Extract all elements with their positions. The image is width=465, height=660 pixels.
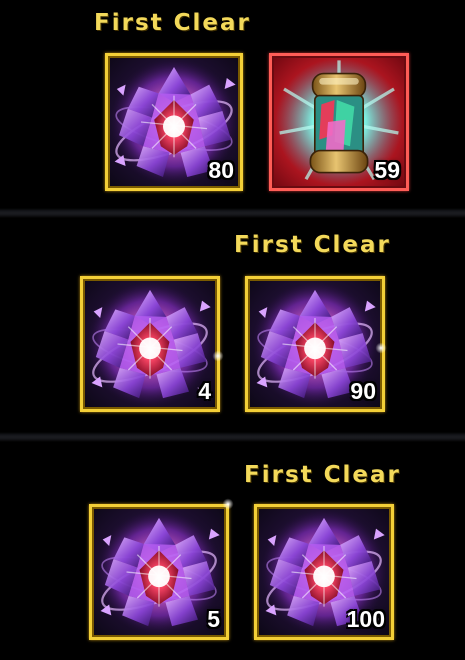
crystal-icon	[85, 280, 215, 408]
reward-count: 80	[208, 157, 234, 183]
first-clear-title: First Clear	[94, 10, 251, 36]
reward-count: 59	[374, 157, 400, 183]
reward-count: 5	[207, 606, 220, 632]
first-clear-title: First Clear	[234, 232, 391, 258]
reward-section-1: First Clear 80 59	[0, 0, 465, 210]
sparkle-icon	[375, 342, 387, 354]
reward-count: 90	[350, 378, 376, 404]
sparkle-icon	[212, 350, 224, 362]
section-divider	[0, 208, 465, 218]
reward-tile[interactable]: 4	[80, 276, 220, 412]
reward-section-3: First Clear 5 100	[0, 444, 465, 660]
reward-tile[interactable]: 5	[89, 504, 229, 640]
reward-count: 4	[198, 378, 211, 404]
reward-section-2: First Clear 4 90	[0, 220, 465, 430]
reward-tile[interactable]: 90	[245, 276, 385, 412]
section-divider	[0, 432, 465, 442]
sparkle-icon	[222, 498, 234, 510]
reward-tile[interactable]: 100	[254, 504, 394, 640]
reward-tile[interactable]: 59	[269, 53, 409, 191]
reward-count: 100	[346, 606, 385, 632]
crystal-icon	[94, 508, 224, 636]
reward-tile[interactable]: 80	[105, 53, 243, 191]
first-clear-title: First Clear	[244, 462, 401, 488]
